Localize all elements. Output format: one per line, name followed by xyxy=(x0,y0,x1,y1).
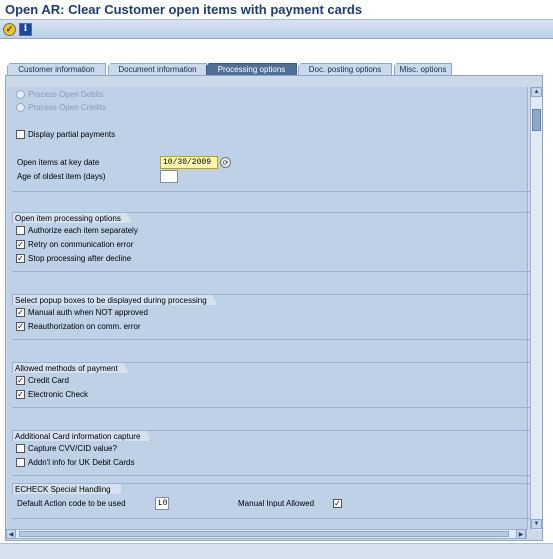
tab-panel: Process Open Debits Process Open Credits… xyxy=(5,75,543,541)
tab-misc-options[interactable]: Misc. options xyxy=(394,63,452,75)
horizontal-scroll-thumb[interactable] xyxy=(19,531,509,537)
checkbox[interactable] xyxy=(16,458,25,467)
process-open-debits-label: Process Open Debits xyxy=(28,90,104,99)
credit-card-label: Credit Card xyxy=(28,376,69,385)
authorize-each-checkbox[interactable]: Authorize each item separately xyxy=(16,225,138,236)
tab-processing-options[interactable]: Processing options xyxy=(206,63,297,75)
checkbox[interactable]: ✓ xyxy=(333,499,342,508)
retry-comm-error-label: Retry on communication error xyxy=(28,240,134,249)
reauthorization-label: Reauthorization on comm. error xyxy=(28,322,141,331)
processing-options-content: Process Open Debits Process Open Credits… xyxy=(7,87,532,530)
scroll-up-icon[interactable]: ▲ xyxy=(531,87,542,97)
electronic-check-checkbox[interactable]: ✓ Electronic Check xyxy=(16,389,88,400)
uk-debit-label: Addn'l info for UK Debit Cards xyxy=(28,458,135,467)
retry-comm-error-checkbox[interactable]: ✓ Retry on communication error xyxy=(16,239,133,250)
application-toolbar: ✓ i xyxy=(0,20,553,39)
radio-button[interactable] xyxy=(16,90,25,99)
echeck-header: ECHECK Special Handling xyxy=(12,483,121,494)
process-open-credits-label: Process Open Credits xyxy=(28,103,107,112)
manual-input-label: Manual Input Allowed xyxy=(238,499,315,508)
vertical-scrollbar[interactable]: ▲ ▼ xyxy=(530,87,542,530)
open-items-key-date-label: Open items at key date xyxy=(17,158,100,167)
scroll-thumb[interactable] xyxy=(532,109,541,131)
process-open-credits-radio[interactable]: Process Open Credits xyxy=(16,102,106,113)
authorize-each-label: Authorize each item separately xyxy=(28,226,138,235)
info-icon[interactable]: i xyxy=(19,23,32,36)
group-divider xyxy=(12,339,532,340)
scroll-down-icon[interactable]: ▼ xyxy=(531,519,542,529)
electronic-check-label: Electronic Check xyxy=(28,390,89,399)
group-divider xyxy=(12,475,532,476)
checkbox[interactable]: ✓ xyxy=(16,240,25,249)
execute-icon[interactable]: ✓ xyxy=(3,23,16,36)
display-partial-payments-label: Display partial payments xyxy=(28,130,116,139)
age-oldest-item-field[interactable] xyxy=(160,170,178,183)
status-bar xyxy=(0,543,553,559)
process-open-debits-radio[interactable]: Process Open Debits xyxy=(16,89,104,100)
group-divider xyxy=(12,271,532,272)
tab-customer-information[interactable]: Customer information xyxy=(7,63,106,75)
capture-cvv-label: Capture CVV/CID value? xyxy=(28,444,117,453)
key-date-field[interactable]: 10/30/2009 xyxy=(160,156,218,169)
checkbox[interactable]: ✓ xyxy=(16,376,25,385)
open-item-options-header: Open item processing options xyxy=(12,212,132,223)
title-bar: Open AR: Clear Customer open items with … xyxy=(0,0,553,20)
window-title: Open AR: Clear Customer open items with … xyxy=(5,2,363,17)
uk-debit-checkbox[interactable]: Addn'l info for UK Debit Cards xyxy=(16,457,134,468)
manual-auth-checkbox[interactable]: ✓ Manual auth when NOT approved xyxy=(16,307,148,318)
checkbox[interactable] xyxy=(16,444,25,453)
group-divider xyxy=(12,518,532,519)
payment-methods-header: Allowed methods of payment xyxy=(12,362,129,373)
display-partial-payments-checkbox[interactable]: Display partial payments xyxy=(16,129,115,140)
checkbox[interactable] xyxy=(16,226,25,235)
horizontal-scrollbar[interactable]: ◀ ▶ xyxy=(6,529,527,539)
credit-card-checkbox[interactable]: ✓ Credit Card xyxy=(16,375,69,386)
age-oldest-item-label: Age of oldest item (days) xyxy=(17,172,106,181)
default-action-field[interactable]: L0 xyxy=(155,497,169,510)
checkbox[interactable] xyxy=(16,130,25,139)
checkbox[interactable]: ✓ xyxy=(16,254,25,263)
reauthorization-checkbox[interactable]: ✓ Reauthorization on comm. error xyxy=(16,321,141,332)
default-action-label: Default Action code to be used xyxy=(17,499,126,508)
card-capture-header: Additional Card information capture xyxy=(12,430,151,441)
group-divider xyxy=(12,191,532,192)
tab-doc-posting-options[interactable]: Doc. posting options xyxy=(298,63,392,75)
stop-after-decline-checkbox[interactable]: ✓ Stop processing after decline xyxy=(16,253,131,264)
scroll-left-icon[interactable]: ◀ xyxy=(6,529,16,539)
manual-auth-label: Manual auth when NOT approved xyxy=(28,308,148,317)
popup-boxes-header: Select popup boxes to be displayed durin… xyxy=(12,294,218,305)
group-divider xyxy=(12,407,532,408)
tab-document-information[interactable]: Document information xyxy=(108,63,207,75)
manual-input-checkbox[interactable]: ✓ xyxy=(333,498,345,509)
calendar-help-icon[interactable]: ⟳ xyxy=(220,157,231,168)
stop-after-decline-label: Stop processing after decline xyxy=(28,254,132,263)
checkbox[interactable]: ✓ xyxy=(16,308,25,317)
radio-button[interactable] xyxy=(16,103,25,112)
scroll-right-icon[interactable]: ▶ xyxy=(516,529,526,539)
checkbox[interactable]: ✓ xyxy=(16,322,25,331)
checkbox[interactable]: ✓ xyxy=(16,390,25,399)
capture-cvv-checkbox[interactable]: Capture CVV/CID value? xyxy=(16,443,117,454)
